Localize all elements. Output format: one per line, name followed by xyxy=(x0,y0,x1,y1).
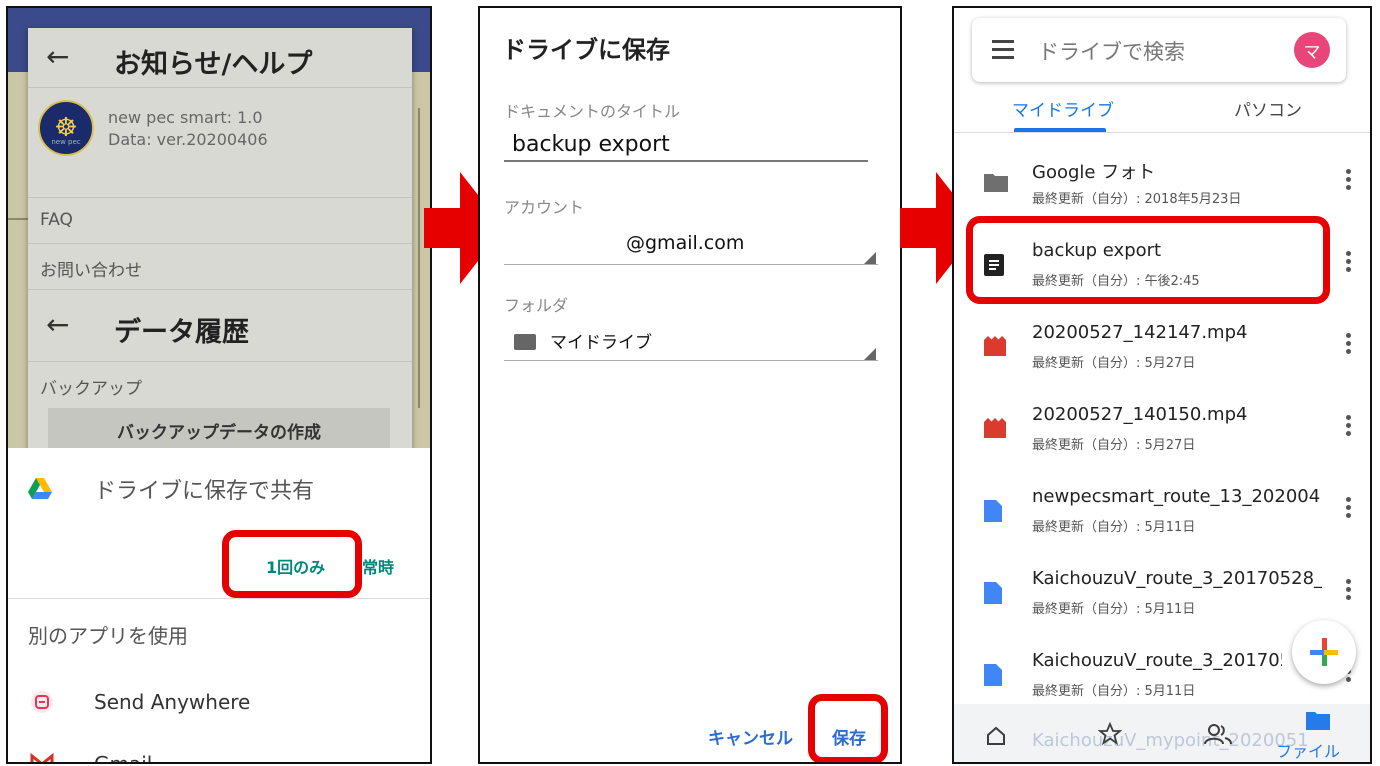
home-icon[interactable] xyxy=(986,726,1006,746)
file-meta: 最終更新（自分）: 5月27日 xyxy=(1032,356,1196,371)
google-drive-icon xyxy=(28,478,52,499)
tab-my-drive[interactable]: マイドライブ xyxy=(1012,96,1114,121)
back-arrow-icon[interactable]: ← xyxy=(46,40,69,73)
doc-title-input[interactable]: backup export xyxy=(512,132,670,157)
file-icon xyxy=(984,500,1002,522)
video-icon xyxy=(984,418,1006,438)
cancel-button[interactable]: キャンセル xyxy=(708,724,793,749)
file-meta: 最終更新（自分）: 5月11日 xyxy=(1032,602,1196,617)
folder-icon xyxy=(984,174,1008,192)
more-options-icon[interactable] xyxy=(1346,248,1352,275)
highlight-box xyxy=(808,694,888,762)
drive-folder-icon xyxy=(514,334,536,350)
dropdown-arrow-icon xyxy=(864,348,876,360)
star-icon[interactable] xyxy=(1098,722,1122,746)
file-name: 20200527_140150.mp4 xyxy=(1032,404,1248,425)
divider xyxy=(28,290,412,362)
search-input[interactable]: ドライブで検索 xyxy=(1038,36,1185,66)
search-bar[interactable]: ドライブで検索 マ xyxy=(972,18,1346,82)
file-name: 20200527_142147.mp4 xyxy=(1032,322,1248,343)
folder-select[interactable]: マイドライブ xyxy=(550,328,652,353)
drive-files-panel: ドライブで検索 マ マイドライブ パソコン Google フォト 最終更新（自分… xyxy=(952,6,1372,764)
select-underline xyxy=(504,360,878,361)
tab-computers[interactable]: パソコン xyxy=(1234,96,1302,121)
select-underline xyxy=(504,264,878,265)
nav-files-label[interactable]: ファイル xyxy=(1276,738,1340,762)
help-header: ← お知らせ/ヘルプ xyxy=(28,28,412,88)
menu-icon[interactable] xyxy=(992,40,1014,64)
share-title: ドライブに保存で共有 xyxy=(94,479,315,504)
app-logo: ☸ new pec xyxy=(38,100,94,156)
file-row[interactable]: newpecsmart_route_13_202004... 最終更新（自分）:… xyxy=(954,476,1370,558)
help-title: お知らせ/ヘルプ xyxy=(114,49,313,80)
file-icon xyxy=(984,582,1002,604)
save-dialog-title: ドライブに保存 xyxy=(502,36,670,64)
gmail-icon xyxy=(30,752,54,762)
plus-icon xyxy=(1310,638,1338,666)
app-gmail[interactable]: Gmail xyxy=(94,752,152,762)
dropdown-arrow-icon xyxy=(864,252,876,264)
app-version: new pec smart: 1.0 xyxy=(108,108,263,127)
more-options-icon[interactable] xyxy=(1346,330,1352,357)
avatar[interactable]: マ xyxy=(1294,32,1330,68)
shared-icon[interactable] xyxy=(1204,722,1232,746)
app-send-anywhere[interactable]: Send Anywhere xyxy=(94,690,250,714)
highlight-box xyxy=(222,530,362,598)
file-row[interactable]: 20200527_142147.mp4 最終更新（自分）: 5月27日 xyxy=(954,312,1370,394)
bottom-navigation: KaichouzuV_mypoint_2020051 ファイル xyxy=(954,704,1370,762)
map-line xyxy=(8,218,28,220)
file-meta: 最終更新（自分）: 2018年5月23日 xyxy=(1032,192,1242,207)
account-label: アカウント xyxy=(504,198,585,217)
file-name: newpecsmart_route_13_202004... xyxy=(1032,486,1322,507)
highlight-box xyxy=(966,216,1330,304)
divider xyxy=(28,244,412,290)
folder-label: フォルダ xyxy=(504,296,569,315)
file-name: KaichouzuV_route_3_20170528_... xyxy=(1032,568,1322,589)
more-options-icon[interactable] xyxy=(1346,166,1352,193)
file-name: KaichouzuV_route_3_20170528_ xyxy=(1032,650,1282,671)
help-dialog: ← お知らせ/ヘルプ ☸ new pec new pec smart: 1.0 D… xyxy=(28,28,412,452)
more-options-icon[interactable] xyxy=(1346,412,1352,439)
doc-title-label: ドキュメントのタイトル xyxy=(504,102,681,121)
tabs-border xyxy=(954,132,1370,133)
share-sheet: ドライブに保存で共有 1回のみ 常時 別のアプリを使用 Send Anywher… xyxy=(8,448,430,762)
create-backup-button[interactable]: バックアップデータの作成 xyxy=(48,408,390,452)
folder-icon[interactable] xyxy=(1306,710,1330,730)
map-line xyxy=(418,108,420,408)
file-icon xyxy=(984,664,1002,686)
divider xyxy=(28,168,412,198)
divider xyxy=(8,598,430,599)
file-meta: 最終更新（自分）: 5月27日 xyxy=(1032,438,1196,453)
share-panel: ← お知らせ/ヘルプ ☸ new pec new pec smart: 1.0 D… xyxy=(6,6,432,764)
send-anywhere-icon xyxy=(31,691,53,713)
file-meta: 最終更新（自分）: 5月11日 xyxy=(1032,684,1196,699)
file-name: Google フォト xyxy=(1032,162,1156,183)
file-row[interactable]: 20200527_140150.mp4 最終更新（自分）: 5月27日 xyxy=(954,394,1370,476)
more-options-icon[interactable] xyxy=(1346,576,1352,603)
input-underline xyxy=(504,160,868,162)
other-app-label: 別のアプリを使用 xyxy=(28,624,188,648)
logo-text: new pec xyxy=(51,138,81,146)
file-name: KaichouzuV_mypoint_2020051 xyxy=(1032,730,1309,751)
save-to-drive-panel: ドライブに保存 ドキュメントのタイトル backup export アカウント … xyxy=(478,6,902,764)
always-button[interactable]: 常時 xyxy=(362,554,394,578)
video-icon xyxy=(984,336,1006,356)
more-options-icon[interactable] xyxy=(1346,494,1352,521)
data-version: Data: ver.20200406 xyxy=(108,130,268,149)
file-meta: 最終更新（自分）: 5月11日 xyxy=(1032,520,1196,535)
backup-label: バックアップ xyxy=(40,379,142,399)
divider xyxy=(28,198,412,244)
account-select[interactable]: @gmail.com xyxy=(626,232,744,254)
new-button[interactable] xyxy=(1292,620,1356,684)
